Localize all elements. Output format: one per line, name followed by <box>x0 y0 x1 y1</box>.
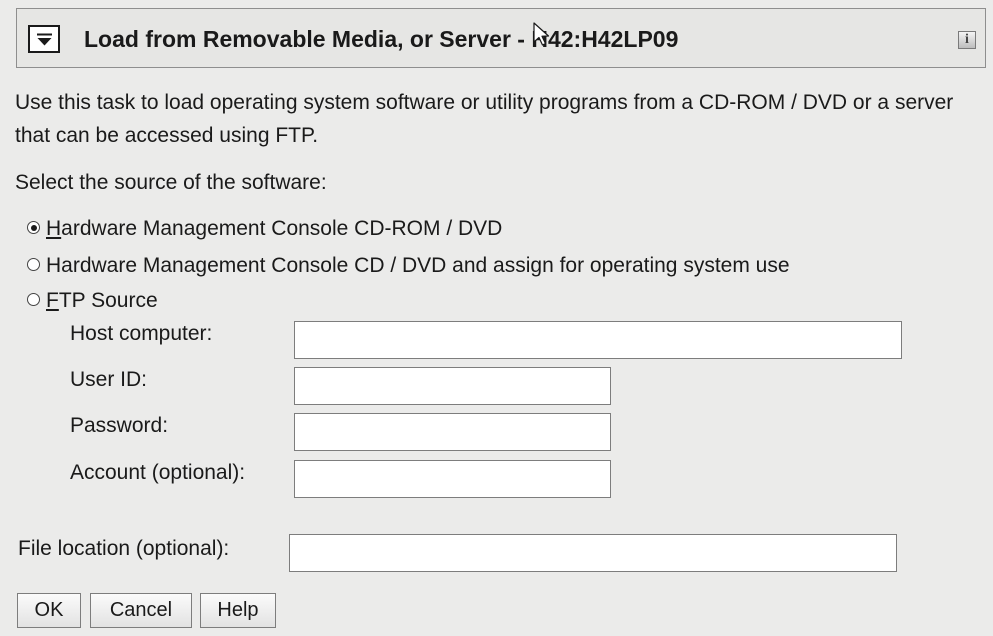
ok-button[interactable]: OK <box>17 593 81 628</box>
source-option-hmc-assign[interactable]: Hardware Management Console CD / DVD and… <box>27 253 790 279</box>
user-id-label: User ID: <box>70 368 148 391</box>
host-computer-label: Host computer: <box>70 322 213 345</box>
password-label: Password: <box>70 414 169 437</box>
mnemonic-char: H <box>46 217 62 240</box>
mnemonic-char: F <box>46 289 59 312</box>
radio-button-selected[interactable] <box>27 221 40 235</box>
info-icon[interactable]: i <box>958 31 976 49</box>
source-prompt: Select the source of the software: <box>15 171 327 194</box>
task-description: Use this task to load operating system s… <box>15 91 954 147</box>
account-label: Account (optional): <box>70 461 246 484</box>
radio-button[interactable] <box>27 258 40 272</box>
source-option-ftp[interactable]: FTP Source <box>27 288 158 314</box>
cancel-button[interactable]: Cancel <box>90 593 192 628</box>
host-computer-input[interactable] <box>294 321 902 359</box>
source-option-label: Hardware Management Console CD / DVD and… <box>46 254 790 277</box>
file-location-label: File location (optional): <box>18 537 230 560</box>
chevron-down-icon <box>37 33 52 46</box>
file-location-input[interactable] <box>289 534 897 572</box>
dialog-titlebar: Load from Removable Media, or Server - H… <box>16 8 986 68</box>
account-input[interactable] <box>294 460 611 498</box>
collapse-button[interactable] <box>28 25 60 53</box>
dialog-title: Load from Removable Media, or Server - H… <box>84 26 679 52</box>
user-id-input[interactable] <box>294 367 611 405</box>
help-button[interactable]: Help <box>200 593 276 628</box>
source-option-label: FTP Source <box>46 289 158 312</box>
source-option-hmc-cdrom[interactable]: Hardware Management Console CD-ROM / DVD <box>27 216 502 242</box>
mouse-pointer-icon <box>533 22 550 46</box>
password-input[interactable] <box>294 413 611 451</box>
source-option-label: Hardware Management Console CD-ROM / DVD <box>46 217 503 240</box>
radio-button[interactable] <box>27 293 40 307</box>
